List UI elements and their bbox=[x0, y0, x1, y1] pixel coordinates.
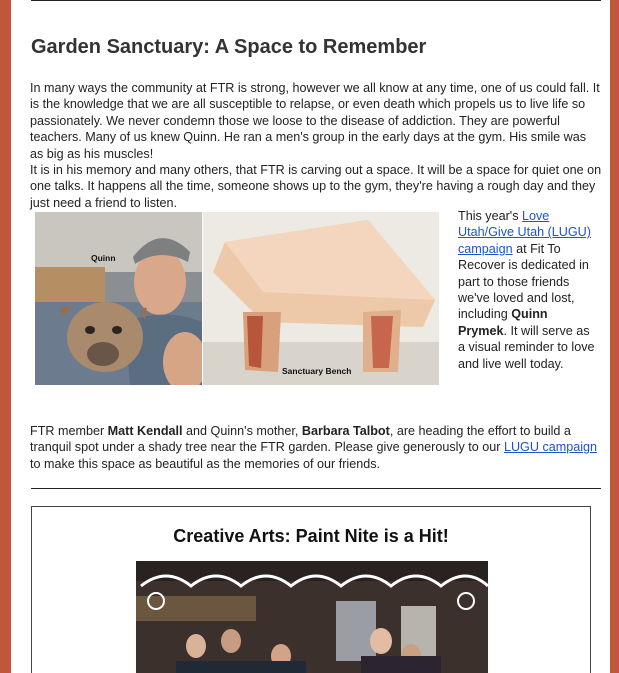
garden-paragraph-1: In many ways the community at FTR is str… bbox=[30, 81, 600, 161]
newsletter-panel: Garden Sanctuary: A Space to Remember In… bbox=[11, 0, 610, 673]
garden-paragraph-3: FTR member Matt Kendall and Quinn's moth… bbox=[30, 423, 602, 472]
bench-photo-label: Sanctuary Bench bbox=[282, 366, 352, 376]
para3-text-b: and Quinn's mother, bbox=[182, 424, 302, 438]
section-divider bbox=[31, 488, 601, 489]
matt-kendall-name: Matt Kendall bbox=[107, 424, 183, 438]
garden-intro: In many ways the community at FTR is str… bbox=[30, 80, 602, 211]
paint-nite-photo bbox=[136, 561, 488, 673]
lugu-intro: This year's bbox=[458, 209, 522, 223]
quinn-photo: Quinn bbox=[35, 212, 202, 385]
garden-paragraph-2: It is in his memory and many others, tha… bbox=[30, 163, 602, 210]
lugu-sidebar-text: This year's Love Utah/Give Utah (LUGU) c… bbox=[458, 208, 598, 372]
creative-arts-box: Creative Arts: Paint Nite is a Hit! bbox=[31, 506, 591, 673]
para3-text-a: FTR member bbox=[30, 424, 108, 438]
garden-title: Garden Sanctuary: A Space to Remember bbox=[31, 36, 427, 58]
para3-text-d: to make this space as beautiful as the m… bbox=[30, 456, 380, 471]
top-divider bbox=[31, 0, 601, 1]
lugu-campaign-link-2[interactable]: LUGU campaign bbox=[504, 440, 597, 454]
barbara-talbot-name: Barbara Talbot bbox=[301, 424, 390, 438]
creative-arts-title: Creative Arts: Paint Nite is a Hit! bbox=[173, 526, 449, 546]
quinn-photo-label: Quinn bbox=[91, 253, 116, 263]
bench-photo: Sanctuary Bench bbox=[203, 212, 439, 385]
